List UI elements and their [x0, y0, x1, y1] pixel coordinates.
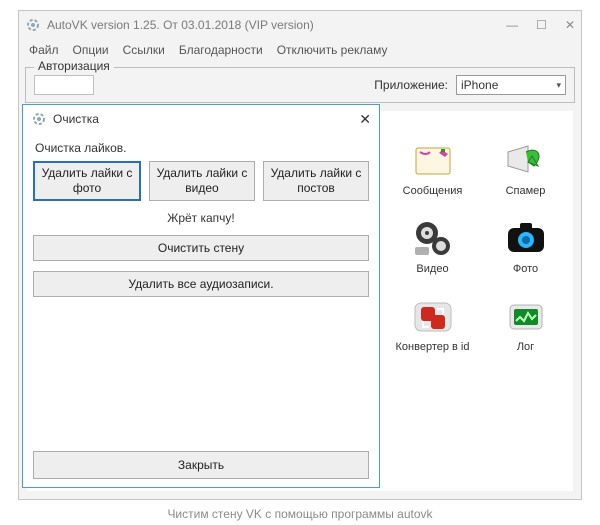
video-icon — [411, 219, 455, 259]
dialog-titlebar: Очистка ✕ — [23, 105, 379, 133]
grid-item-video[interactable]: Видео — [389, 219, 476, 275]
dialog-icon — [31, 111, 47, 127]
menu-disable-ads[interactable]: Отключить рекламу — [277, 43, 388, 57]
titlebar: AutoVK version 1.25. От 03.01.2018 (VIP … — [19, 11, 581, 39]
grid-item-messages[interactable]: Сообщения — [389, 141, 476, 197]
delete-likes-posts-button[interactable]: Удалить лайки с постов — [263, 161, 369, 201]
grid-item-spammer[interactable]: Спамер — [482, 141, 569, 197]
minimize-button[interactable]: — — [506, 18, 518, 32]
grid-item-converter[interactable]: Конвертер в id — [389, 297, 476, 353]
menu-options[interactable]: Опции — [73, 43, 109, 57]
menu-file[interactable]: Файл — [29, 43, 59, 57]
app-select-label: Приложение: — [374, 78, 448, 92]
close-icon[interactable]: ✕ — [359, 111, 371, 128]
delete-likes-photo-button[interactable]: Удалить лайки с фото — [33, 161, 141, 201]
icon-grid: Сообщения Спамер — [389, 141, 569, 353]
close-dialog-button[interactable]: Закрыть — [33, 451, 369, 479]
menu-links[interactable]: Ссылки — [123, 43, 165, 57]
captcha-note: Жрёт капчу! — [33, 211, 369, 225]
close-window-button[interactable]: ✕ — [565, 18, 575, 32]
dialog-subtitle: Очистка лайков. — [35, 141, 369, 155]
grid-label: Сообщения — [403, 185, 463, 197]
maximize-button[interactable]: ☐ — [536, 18, 547, 32]
delete-likes-video-button[interactable]: Удалить лайки с видео — [149, 161, 255, 201]
chevron-down-icon: ▾ — [556, 80, 561, 91]
auth-field[interactable] — [34, 75, 94, 95]
window-title: AutoVK version 1.25. От 03.01.2018 (VIP … — [47, 18, 506, 32]
auth-group: Авторизация Приложение: iPhone ▾ — [25, 67, 575, 103]
grid-label: Видео — [416, 263, 448, 275]
grid-label: Фото — [513, 263, 538, 275]
menu-thanks[interactable]: Благодарности — [179, 43, 263, 57]
dialog-title: Очистка — [53, 112, 359, 126]
app-select-value: iPhone — [461, 78, 498, 92]
cleanup-dialog: Очистка ✕ Очистка лайков. Удалить лайки … — [22, 104, 380, 488]
clear-wall-button[interactable]: Очистить стену — [33, 235, 369, 261]
photo-icon — [504, 219, 548, 259]
fade-overlay — [590, 0, 600, 525]
auth-legend: Авторизация — [34, 59, 114, 73]
log-icon — [504, 297, 548, 337]
grid-label: Спамер — [506, 185, 546, 197]
grid-label: Конвертер в id — [396, 341, 470, 353]
grid-item-photo[interactable]: Фото — [482, 219, 569, 275]
spammer-icon — [504, 141, 548, 181]
grid-label: Лог — [517, 341, 534, 353]
figure-caption: Чистим стену VK с помощью программы auto… — [0, 507, 600, 521]
grid-item-log[interactable]: Лог — [482, 297, 569, 353]
app-icon — [25, 17, 41, 33]
converter-icon — [411, 297, 455, 337]
messages-icon — [411, 141, 455, 181]
delete-all-audio-button[interactable]: Удалить все аудиозаписи. — [33, 271, 369, 297]
app-select[interactable]: iPhone ▾ — [456, 75, 566, 95]
